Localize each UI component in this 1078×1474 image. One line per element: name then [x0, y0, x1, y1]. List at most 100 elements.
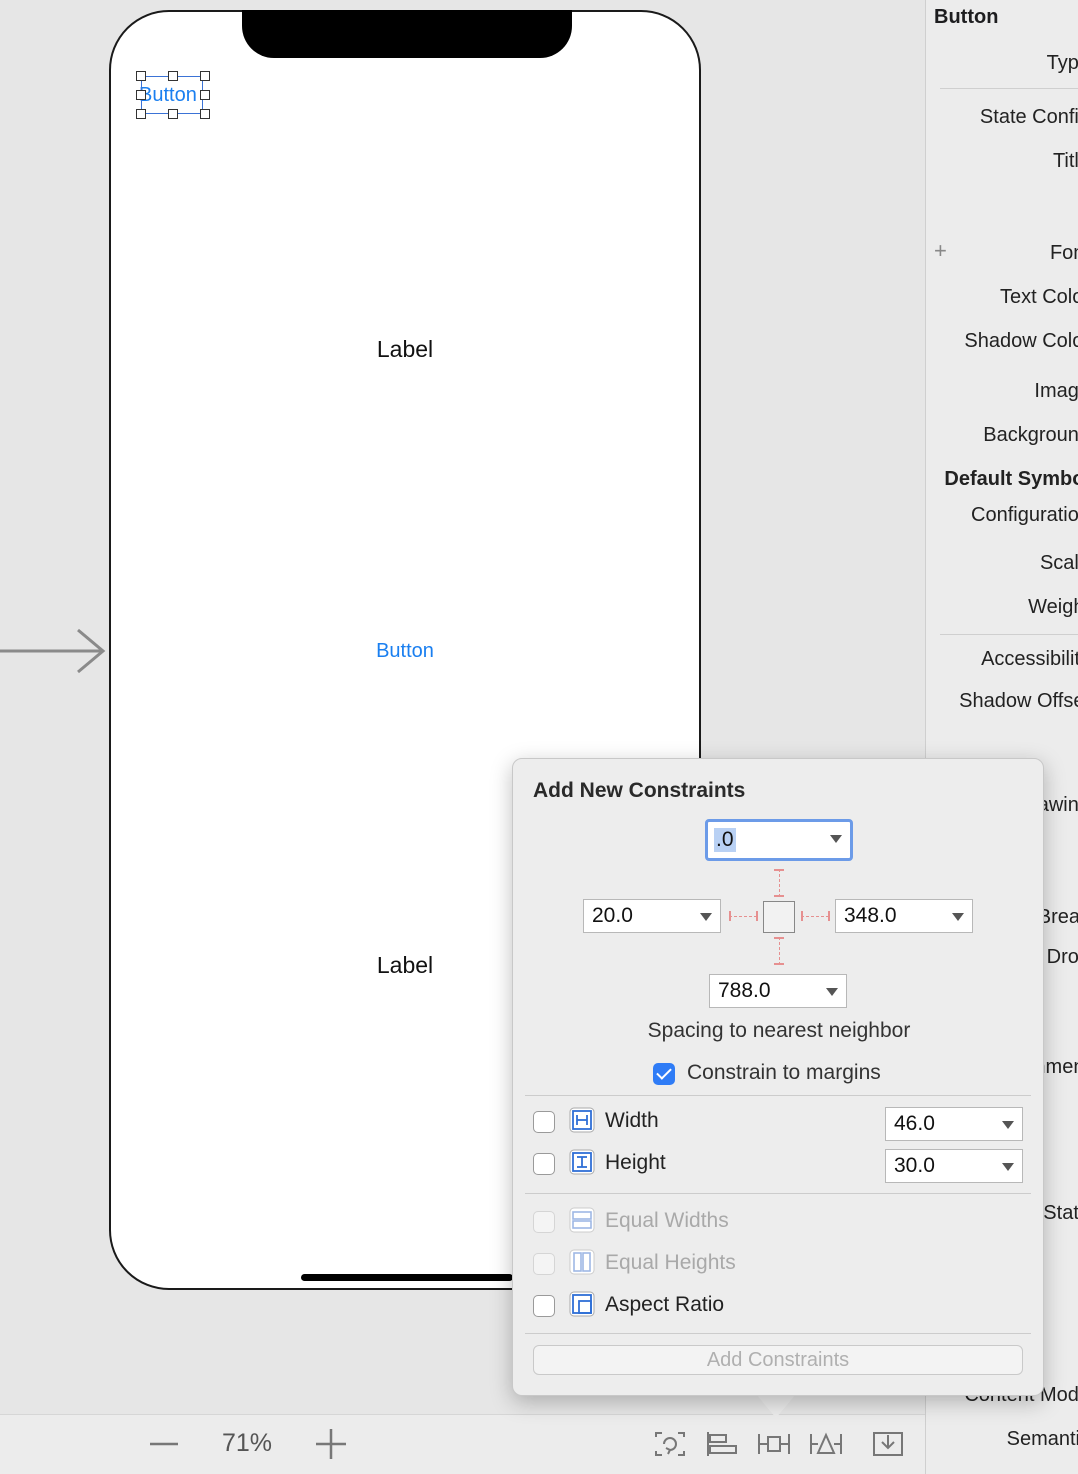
chevron-down-icon[interactable]: [830, 835, 842, 843]
width-value-field[interactable]: 46.0: [885, 1107, 1023, 1141]
align-icon[interactable]: [704, 1429, 740, 1459]
resize-handle-left[interactable]: [136, 90, 146, 100]
leading-spacing-value: 20.0: [592, 904, 633, 927]
resize-handle-right[interactable]: [200, 90, 210, 100]
equal-widths-icon: [569, 1207, 595, 1233]
add-variation-icon[interactable]: +: [934, 238, 947, 264]
zoom-level[interactable]: 71%: [210, 1429, 284, 1458]
trailing-strut-cap: [801, 911, 803, 921]
equal-widths-checkbox: [533, 1211, 555, 1233]
button-middle[interactable]: Button: [305, 640, 505, 663]
inspector-shadow-offset-label: Shadow Offset: [959, 690, 1078, 712]
inspector-default-symbol-label: Default Symbol: [944, 468, 1078, 490]
height-row[interactable]: Height 30.0: [533, 1149, 1033, 1183]
inspector-section-title: Button: [934, 6, 999, 28]
width-checkbox[interactable]: [533, 1111, 555, 1133]
top-spacing-field[interactable]: .0: [705, 819, 853, 861]
add-new-constraints-icon[interactable]: [756, 1429, 792, 1459]
embed-in-icon[interactable]: [870, 1429, 906, 1459]
add-constraints-button[interactable]: Add Constraints: [533, 1345, 1023, 1375]
inspector-weight-label: Weight: [1028, 596, 1078, 618]
width-constraint-icon: [569, 1107, 595, 1133]
inspector-shadow-color-label: Shadow Color: [964, 330, 1078, 352]
label-top[interactable]: Label: [305, 336, 505, 363]
zoom-in-icon[interactable]: [316, 1429, 346, 1459]
leading-spacing-field[interactable]: 20.0: [583, 899, 721, 933]
top-strut[interactable]: [779, 869, 780, 897]
height-label: Height: [605, 1151, 666, 1174]
inspector-drop-label: Drop: [1046, 946, 1078, 968]
canvas-bottom-toolbar: 71%: [0, 1414, 925, 1474]
device-notch: [242, 10, 572, 58]
inspector-background-label: Background: [983, 424, 1078, 446]
leading-strut-cap: [756, 911, 758, 921]
inspector-type-label: Type: [1046, 52, 1078, 74]
trailing-strut-cap: [828, 911, 830, 921]
popover-divider: [525, 1333, 1031, 1334]
top-strut-cap: [774, 869, 784, 871]
equal-widths-label: Equal Widths: [605, 1209, 729, 1232]
spacing-to-nearest-neighbor-label: Spacing to nearest neighbor: [647, 1019, 911, 1042]
resize-handle-top-right[interactable]: [200, 71, 210, 81]
inspector-title-label: Title: [1052, 150, 1078, 172]
home-indicator: [301, 1274, 513, 1281]
popover-divider: [525, 1193, 1031, 1194]
equal-heights-label: Equal Heights: [605, 1251, 736, 1274]
add-constraints-popover: Add New Constraints .0 20.0 348.0 788.0 …: [512, 758, 1044, 1396]
inspector-font-label: Font: [1049, 242, 1078, 264]
leading-strut-cap: [729, 911, 731, 921]
aspect-ratio-label: Aspect Ratio: [605, 1293, 725, 1316]
resize-handle-bottom-right[interactable]: [200, 109, 210, 119]
popover-arrow: [756, 1394, 796, 1418]
popover-title: Add New Constraints: [533, 779, 746, 802]
trailing-strut[interactable]: [801, 916, 829, 917]
equal-heights-checkbox: [533, 1253, 555, 1275]
resize-handle-top[interactable]: [168, 71, 178, 81]
selected-button[interactable]: Button: [136, 71, 210, 119]
label-bottom[interactable]: Label: [305, 952, 505, 979]
bottom-strut[interactable]: [779, 937, 780, 965]
top-spacing-value: .0: [714, 828, 736, 852]
bottom-spacing-field[interactable]: 788.0: [709, 974, 847, 1008]
resize-handle-bottom[interactable]: [168, 109, 178, 119]
leading-strut[interactable]: [729, 916, 757, 917]
width-label: Width: [605, 1109, 659, 1132]
constrain-to-margins-label: Constrain to margins: [687, 1061, 881, 1084]
height-constraint-icon: [569, 1149, 595, 1175]
chevron-down-icon[interactable]: [1002, 1163, 1014, 1171]
aspect-ratio-checkbox[interactable]: [533, 1295, 555, 1317]
bottom-strut-cap: [774, 963, 784, 965]
trailing-spacing-value: 348.0: [844, 904, 897, 927]
constrained-view-box: [763, 901, 795, 933]
inspector-configuration-label: Configuration: [971, 504, 1078, 526]
chevron-down-icon[interactable]: [1002, 1121, 1014, 1129]
height-value-field[interactable]: 30.0: [885, 1149, 1023, 1183]
aspect-ratio-icon: [569, 1291, 595, 1317]
bottom-strut-cap: [774, 937, 784, 939]
top-strut-cap: [774, 895, 784, 897]
equal-widths-row: Equal Widths: [533, 1207, 1033, 1239]
width-row[interactable]: Width 46.0: [533, 1107, 1033, 1141]
chevron-down-icon[interactable]: [952, 913, 964, 921]
inspector-text-color-label: Text Color: [999, 286, 1078, 308]
inspector-semantic-label: Semantic: [1006, 1428, 1078, 1450]
popover-divider: [525, 1095, 1031, 1096]
update-frames-icon[interactable]: [652, 1429, 688, 1459]
equal-heights-row: Equal Heights: [533, 1249, 1033, 1281]
equal-heights-icon: [569, 1249, 595, 1275]
chevron-down-icon[interactable]: [826, 988, 838, 996]
inspector-accessibility-label: Accessibility: [981, 648, 1078, 670]
aspect-ratio-row[interactable]: Aspect Ratio: [533, 1291, 1033, 1323]
inspector-divider: [940, 634, 1078, 635]
inspector-divider: [940, 88, 1078, 89]
entry-point-arrow-icon: [0, 628, 106, 674]
zoom-out-icon[interactable]: [150, 1429, 178, 1459]
resolve-auto-layout-icon[interactable]: [808, 1429, 844, 1459]
resize-handle-bottom-left[interactable]: [136, 109, 146, 119]
trailing-spacing-field[interactable]: 348.0: [835, 899, 973, 933]
resize-handle-top-left[interactable]: [136, 71, 146, 81]
height-checkbox[interactable]: [533, 1153, 555, 1175]
inspector-state-config-label: State Config: [979, 106, 1078, 128]
constrain-to-margins-checkbox[interactable]: [653, 1063, 675, 1085]
chevron-down-icon[interactable]: [700, 913, 712, 921]
